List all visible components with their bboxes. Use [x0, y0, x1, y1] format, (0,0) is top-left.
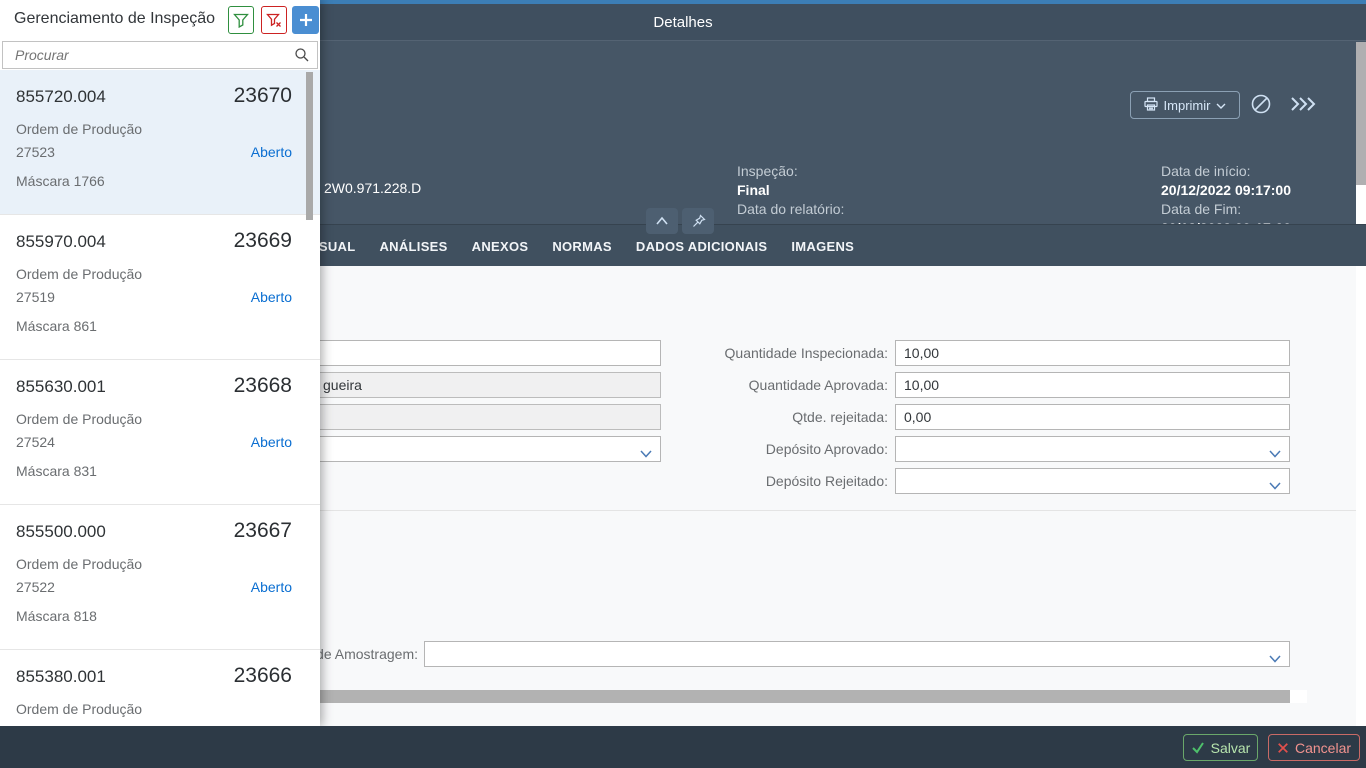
item-order-number: 27522 [16, 579, 55, 595]
printer-icon [1144, 97, 1158, 114]
item-mask: Máscara 831 [16, 463, 292, 479]
item-code: 855380.001 [16, 667, 106, 687]
qty-rejected-input[interactable] [895, 404, 1290, 430]
search-input[interactable] [2, 41, 318, 69]
item-mask: Máscara 861 [16, 318, 292, 334]
chevron-down-icon [1269, 650, 1281, 666]
inspection-list: 855720.004 23670 Ordem de Produção 27523… [0, 70, 320, 726]
cancel-circle-icon[interactable] [1250, 93, 1272, 120]
start-date-label: Data de início: [1161, 162, 1291, 181]
item-status: Aberto [251, 144, 292, 160]
item-number: 23666 [234, 664, 292, 688]
vertical-scrollbar-thumb[interactable] [1356, 42, 1366, 185]
field-label: Depósito Rejeitado: [640, 473, 888, 489]
item-number: 23668 [234, 374, 292, 398]
item-status: Aberto [251, 434, 292, 450]
pin-icon [691, 214, 706, 229]
tab-dados-adicionais[interactable]: DADOS ADICIONAIS [636, 239, 767, 254]
item-mask: Máscara 818 [16, 608, 292, 624]
item-number: 23669 [234, 229, 292, 253]
qty-inspected-input[interactable] [895, 340, 1290, 366]
qty-approved-input[interactable] [895, 372, 1290, 398]
list-item[interactable]: 855630.001 23668 Ordem de Produção 27524… [0, 360, 320, 505]
print-button-label: Imprimir [1164, 98, 1211, 113]
item-order-label: Ordem de Produção [16, 701, 292, 717]
end-date-label: Data de Fim: [1161, 200, 1291, 219]
item-order-label: Ordem de Produção [16, 121, 292, 137]
approved-deposit-select[interactable] [895, 436, 1290, 462]
item-status: Aberto [251, 289, 292, 305]
search-icon[interactable] [294, 47, 310, 68]
save-button[interactable]: Salvar [1183, 734, 1258, 761]
tab-imagens[interactable]: IMAGENS [791, 239, 854, 254]
filter-x-icon [266, 13, 282, 28]
tab-anexos[interactable]: ANEXOS [472, 239, 529, 254]
app-window: Detalhes Imprimir [0, 0, 1366, 768]
vertical-scrollbar-lower-track [1356, 266, 1366, 726]
check-icon [1191, 741, 1205, 754]
list-item[interactable]: 855380.001 23666 Ordem de Produção [0, 650, 320, 726]
item-status: Aberto [251, 579, 292, 595]
item-order-number: 27524 [16, 434, 55, 450]
item-code: 855720.004 [16, 87, 106, 107]
left-field-2-value: gueira [323, 377, 362, 393]
item-number: 23670 [234, 84, 292, 108]
item-code: 855500.000 [16, 522, 106, 542]
item-order-number: 27519 [16, 289, 55, 305]
list-item[interactable]: 855970.004 23669 Ordem de Produção 27519… [0, 215, 320, 360]
report-date-label: Data do relatório: [737, 200, 844, 219]
start-date-value: 20/12/2022 09:17:00 [1161, 181, 1291, 200]
list-item[interactable]: 855500.000 23667 Ordem de Produção 27522… [0, 505, 320, 650]
item-code: 855630.001 [16, 377, 106, 397]
sampling-type-select[interactable] [424, 641, 1290, 667]
dialog-title: Detalhes [653, 14, 712, 31]
sidebar-title: Gerenciamento de Inspeção [14, 10, 215, 28]
item-number: 23667 [234, 519, 292, 543]
overflow-chevrons-icon[interactable] [1290, 96, 1316, 117]
section-divider [320, 510, 1356, 511]
filter-icon [233, 13, 249, 28]
sidebar-scrollbar-thumb[interactable] [306, 72, 313, 220]
horizontal-scrollbar-thumb[interactable] [320, 690, 1290, 703]
field-label: Qtde. rejeitada: [640, 409, 888, 425]
item-order-label: Ordem de Produção [16, 411, 292, 427]
cancel-button[interactable]: Cancelar [1268, 734, 1360, 761]
collapse-header-button[interactable] [646, 208, 678, 234]
field-label: Depósito Aprovado: [640, 441, 888, 457]
item-order-number: 27523 [16, 144, 55, 160]
field-label: Quantidade Inspecionada: [640, 345, 888, 361]
item-order-label: Ordem de Produção [16, 266, 292, 282]
pin-header-button[interactable] [682, 208, 714, 234]
plus-icon [299, 13, 313, 27]
tab-analises[interactable]: ANÁLISES [379, 239, 447, 254]
tab-normas[interactable]: NORMAS [552, 239, 612, 254]
chevron-down-icon [1269, 477, 1281, 493]
inspection-label: Inspeção: [737, 162, 844, 181]
dialog-footer: Salvar Cancelar [0, 726, 1366, 768]
item-order-label: Ordem de Produção [16, 556, 292, 572]
add-button[interactable] [292, 6, 319, 34]
field-label: Quantidade Aprovada: [640, 377, 888, 393]
inspection-info-column: Inspeção: Final Data do relatório: [737, 162, 844, 219]
list-item[interactable]: 855720.004 23670 Ordem de Produção 27523… [0, 70, 320, 215]
print-button[interactable]: Imprimir [1130, 91, 1240, 119]
clear-filter-button[interactable] [261, 6, 287, 34]
filter-button[interactable] [228, 6, 254, 34]
sidebar: Gerenciamento de Inspeção [0, 0, 320, 726]
material-code: 2W0.971.228.D [324, 180, 421, 196]
chevron-up-icon [654, 215, 670, 227]
save-button-label: Salvar [1211, 740, 1251, 756]
tab-strip: VISUAL ANÁLISES ANEXOS NORMAS DADOS ADIC… [306, 225, 854, 267]
chevron-down-icon [1269, 445, 1281, 461]
vertical-scrollbar-track[interactable] [1356, 185, 1366, 224]
inspection-value: Final [737, 181, 844, 200]
item-code: 855970.004 [16, 232, 106, 252]
cancel-button-label: Cancelar [1295, 740, 1351, 756]
x-icon [1277, 742, 1289, 754]
item-mask: Máscara 1766 [16, 173, 292, 189]
chevron-down-icon [1216, 98, 1226, 113]
rejected-deposit-select[interactable] [895, 468, 1290, 494]
